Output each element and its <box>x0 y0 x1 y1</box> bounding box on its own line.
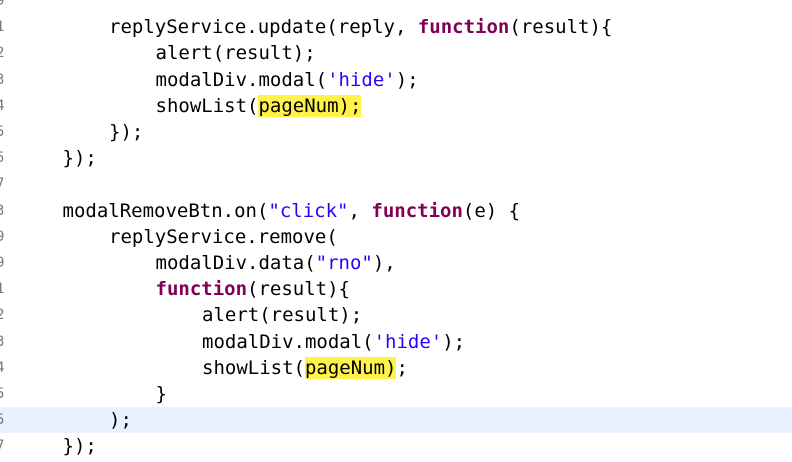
line-number: 1 <box>0 281 5 298</box>
code-line[interactable]: 1 replyService.update(reply, function(res… <box>0 14 792 40</box>
line-number: 1 <box>0 19 5 36</box>
keyword-token: function <box>371 199 463 222</box>
keyword-token: function <box>155 278 248 301</box>
line-number: 9 <box>0 0 5 9</box>
code-token: (e) { <box>462 199 521 222</box>
code-token: modalRemoveBtn.on( <box>62 199 269 222</box>
line-number: 5 <box>0 412 5 429</box>
line-number: 9 <box>0 228 5 245</box>
code-line[interactable]: 4 showList(pageNum); <box>0 93 792 119</box>
code-line[interactable]: 9 modalDiv.data("rno"), <box>0 250 792 276</box>
code-token: ); <box>395 68 419 91</box>
line-number: 7 <box>0 176 5 193</box>
line-number: 2 <box>0 307 5 324</box>
line-number: 3 <box>0 333 5 350</box>
code-token: alert(result); <box>202 304 363 327</box>
string-token: "click" <box>268 199 349 222</box>
code-line[interactable]: 4 showList(pageNum); <box>0 355 792 381</box>
code-token: , <box>348 199 372 222</box>
code-line[interactable]: 5} <box>0 381 792 407</box>
code-token: ); <box>109 409 132 432</box>
line-number: 3 <box>0 202 5 219</box>
line-number: 5 <box>0 124 5 140</box>
code-line-current[interactable]: 5); <box>0 407 792 434</box>
code-token: modalDiv.modal( <box>202 330 374 353</box>
code-token: replyService.remove( <box>109 225 338 248</box>
code-line[interactable]: 5}); <box>0 119 792 145</box>
code-token: }); <box>109 121 144 143</box>
code-text: modalDiv.modal('hide'); <box>156 67 419 93</box>
line-number: 5 <box>0 150 5 167</box>
code-token: } <box>155 383 167 405</box>
code-token: showList( <box>202 356 305 379</box>
code-text: }); <box>109 119 143 145</box>
code-line[interactable]: 7}); <box>0 433 792 459</box>
code-text: alert(result); <box>202 302 362 328</box>
highlighted-token: pageNum) <box>304 356 397 379</box>
line-number: 4 <box>0 359 5 376</box>
string-token: 'hide' <box>327 68 396 91</box>
code-token: replyService.update(reply, <box>109 16 418 39</box>
code-text: }); <box>63 145 97 171</box>
highlighted-token: pageNum); <box>258 94 362 117</box>
code-token: }); <box>62 147 97 170</box>
code-token: alert(result); <box>155 42 316 65</box>
code-text: ); <box>109 407 132 433</box>
code-line[interactable]: 1 function(result){ <box>0 276 792 302</box>
code-line[interactable]: 2 alert(result); <box>0 40 792 66</box>
code-text: replyService.remove( <box>109 224 338 250</box>
line-number: 9 <box>0 255 5 271</box>
code-token: ); <box>442 330 466 353</box>
code-token: }); <box>62 435 97 458</box>
code-line[interactable]: 7 <box>0 171 792 197</box>
code-line[interactable]: 5}); <box>0 145 792 171</box>
line-number: 7 <box>0 438 5 455</box>
code-text: modalDiv.data("rno"), <box>156 250 396 276</box>
code-text: modalRemoveBtn.on("click", function(e) { <box>63 198 521 224</box>
line-number: 5 <box>0 386 5 402</box>
code-text: function(result){ <box>156 276 350 302</box>
code-token: showList( <box>155 94 259 117</box>
code-line[interactable]: 3 modalDiv.modal('hide'); <box>0 67 792 93</box>
code-token: (result){ <box>509 16 613 39</box>
code-token: modalDiv.modal( <box>155 68 328 91</box>
string-token: "rno" <box>315 252 373 274</box>
code-line[interactable]: 9 <box>0 0 792 14</box>
code-editor[interactable]: 9 1 replyService.update(reply, function(re… <box>0 0 792 462</box>
code-token: ; <box>396 356 408 379</box>
code-line[interactable]: 3 modalRemoveBtn.on("click", function(e) … <box>0 198 792 224</box>
code-line[interactable]: 9 replyService.remove( <box>0 224 792 250</box>
code-text: showList(pageNum); <box>202 355 408 381</box>
line-number: 4 <box>0 97 5 114</box>
code-text: }); <box>63 433 97 459</box>
code-text: modalDiv.modal('hide'); <box>202 329 465 355</box>
code-text: replyService.update(reply, function(resu… <box>109 14 612 40</box>
code-token: ), <box>372 252 396 274</box>
code-text: showList(pageNum); <box>156 93 362 119</box>
line-number: 2 <box>0 45 5 62</box>
keyword-token: function <box>417 16 510 39</box>
code-token: (result){ <box>247 278 350 301</box>
code-token: modalDiv.data( <box>155 252 316 274</box>
code-line[interactable]: 3 modalDiv.modal('hide'); <box>0 329 792 355</box>
line-number: 3 <box>0 71 5 88</box>
code-text: alert(result); <box>156 40 316 66</box>
code-line[interactable]: 2 alert(result); <box>0 302 792 328</box>
string-token: 'hide' <box>373 330 443 353</box>
code-text: } <box>156 381 167 407</box>
